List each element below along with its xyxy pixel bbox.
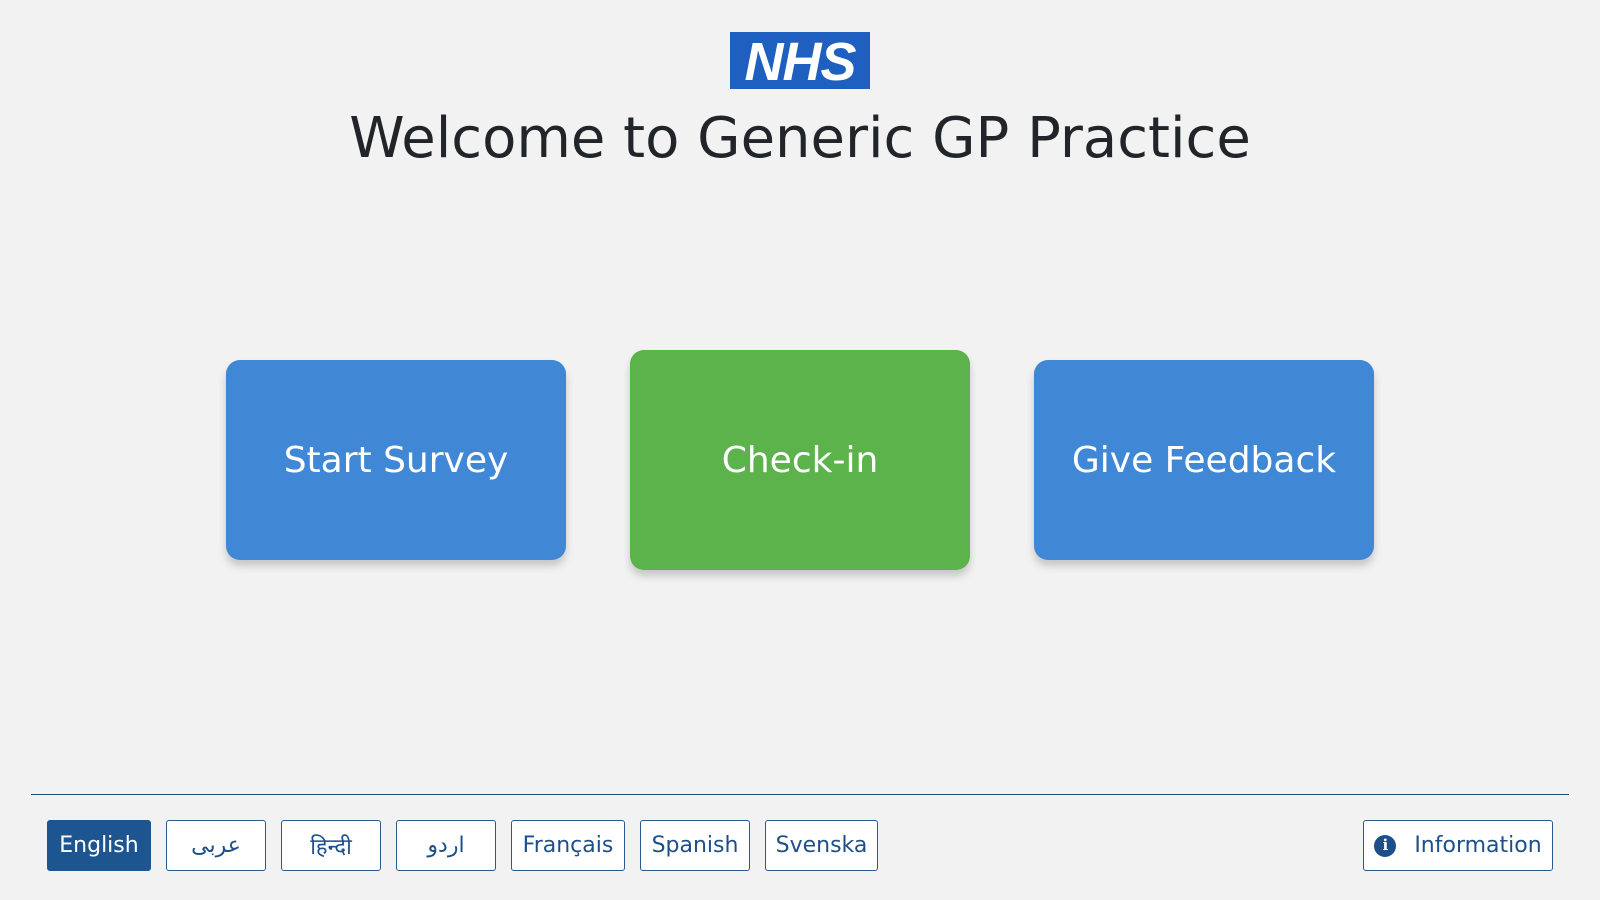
page-title: Welcome to Generic GP Practice [349,106,1251,171]
language-button-english[interactable]: English [47,820,151,871]
information-label: Information [1414,833,1542,858]
language-button-hindi[interactable]: हिन्दी [281,820,381,871]
nhs-logo: NHS [730,32,870,89]
nhs-logo-text: NHS [744,31,856,92]
give-feedback-button[interactable]: Give Feedback [1034,360,1374,560]
language-button-spanish[interactable]: Spanish [640,820,750,871]
footer-divider [31,794,1569,795]
language-button-arabic[interactable]: عربى [166,820,266,871]
language-button-swedish[interactable]: Svenska [765,820,878,871]
check-in-button[interactable]: Check-in [630,350,970,570]
language-button-french[interactable]: Français [511,820,625,871]
start-survey-button[interactable]: Start Survey [226,360,566,560]
information-button[interactable]: i Information [1363,820,1553,871]
info-icon: i [1374,834,1397,857]
language-button-urdu[interactable]: اردو [396,820,496,871]
